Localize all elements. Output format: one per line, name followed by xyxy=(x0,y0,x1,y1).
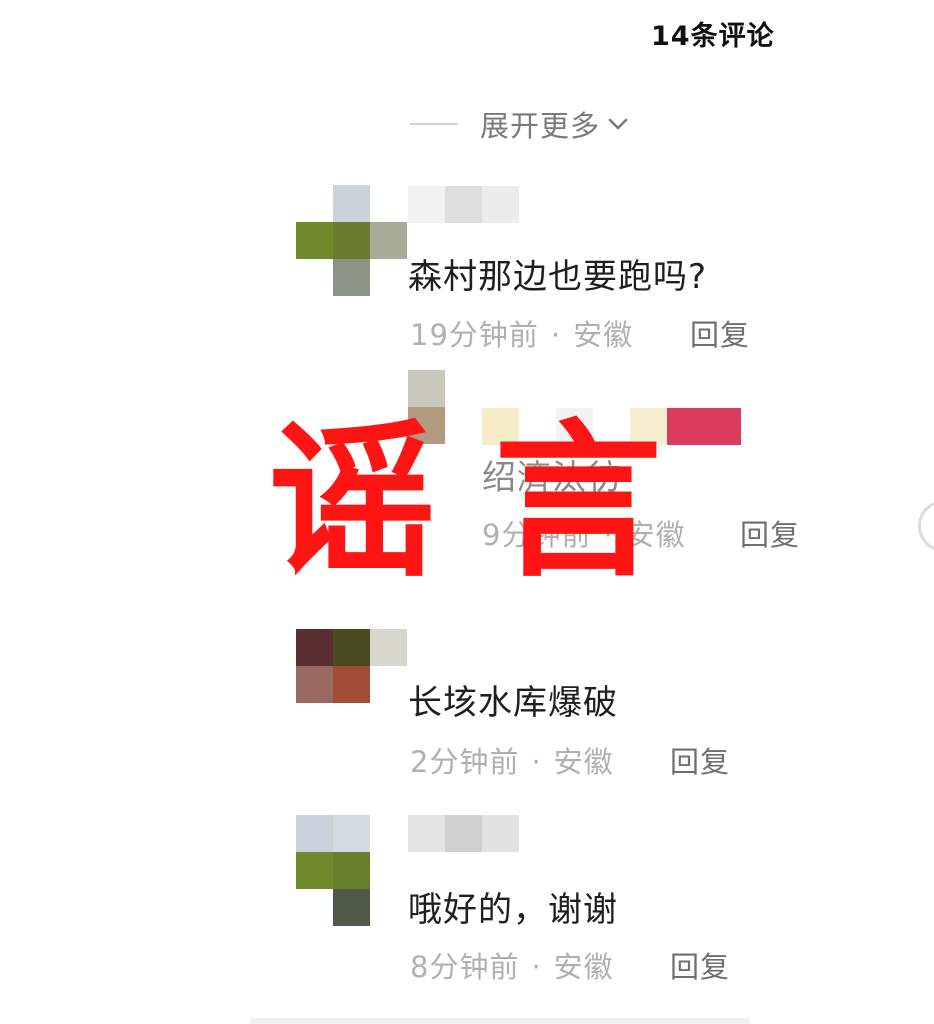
reply-button[interactable]: 回复 xyxy=(670,739,730,781)
comment-count-title: 14条评论 xyxy=(651,21,775,52)
comment-meta: 8分钟前 · 安徽 xyxy=(410,950,614,984)
comment-text: 长垓水库爆破 xyxy=(408,683,618,723)
username-blurred[interactable] xyxy=(408,815,519,852)
reply-button[interactable]: 回复 xyxy=(740,512,800,554)
comment-time: 8分钟前 xyxy=(410,950,520,984)
expand-more-button[interactable]: 展开更多 xyxy=(410,104,630,144)
rumor-stamp: 谣言 xyxy=(268,404,720,600)
comment-meta: 19分钟前 · 安徽 xyxy=(410,318,634,352)
expand-more-label: 展开更多 xyxy=(480,109,601,143)
expand-divider xyxy=(410,123,458,125)
comment-meta: 2分钟前 · 安徽 xyxy=(410,745,614,779)
username-blurred[interactable] xyxy=(408,186,519,223)
side-scroll-indicator[interactable] xyxy=(918,500,934,552)
bottom-divider xyxy=(250,1018,750,1024)
reply-button[interactable]: 回复 xyxy=(690,312,750,354)
comment-location: 安徽 xyxy=(573,318,634,352)
avatar[interactable] xyxy=(296,185,407,296)
chevron-down-icon xyxy=(608,118,628,130)
reply-button[interactable]: 回复 xyxy=(670,944,730,986)
avatar[interactable] xyxy=(296,815,407,926)
avatar[interactable] xyxy=(296,629,407,740)
comment-text: 森村那边也要跑吗? xyxy=(408,257,708,297)
comment-text: 哦好的，谢谢 xyxy=(408,890,618,930)
comment-time: 2分钟前 xyxy=(410,745,520,779)
comment-location: 安徽 xyxy=(553,745,614,779)
comment-time: 19分钟前 xyxy=(410,318,539,352)
comment-location: 安徽 xyxy=(553,950,614,984)
